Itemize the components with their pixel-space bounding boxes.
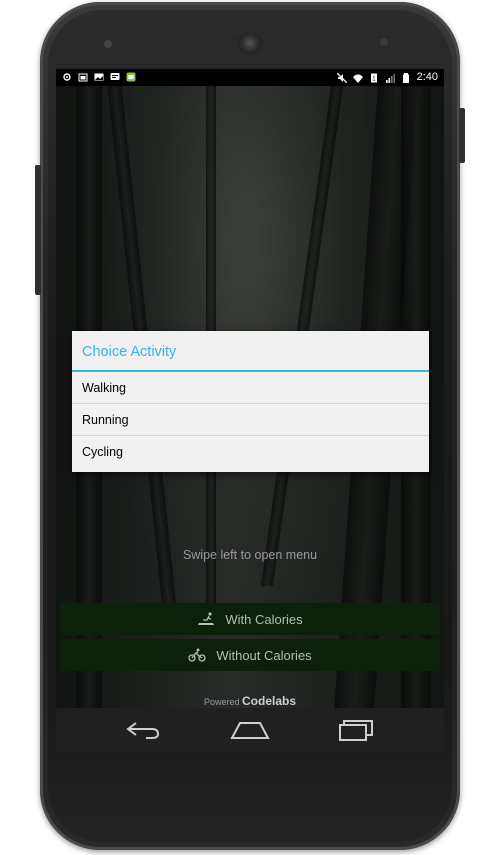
- powered-label: Powered: [203, 697, 240, 707]
- power-button: [459, 108, 465, 163]
- treadmill-icon: [198, 612, 215, 625]
- battery-saver-icon: [78, 73, 88, 82]
- cyclist-icon: [188, 648, 206, 662]
- volume-button: [35, 165, 41, 295]
- with-calories-button[interactable]: With Calories: [60, 603, 440, 635]
- clock: 2:40: [416, 71, 438, 83]
- dialog-item-walking[interactable]: Walking: [72, 372, 429, 404]
- home-icon[interactable]: [230, 718, 270, 742]
- powered-by: Powered Codelabs: [56, 694, 444, 708]
- brand-name: Codelabs: [242, 694, 297, 708]
- screen: 1 2:40 Swipe left to open menu With Calo…: [56, 69, 444, 751]
- status-bar: 1 2:40: [56, 69, 444, 86]
- gps-icon: [63, 73, 71, 81]
- dialog-item-running[interactable]: Running: [72, 404, 429, 436]
- chat-icon: [110, 73, 120, 80]
- signal-icon: [385, 73, 395, 83]
- with-calories-label: With Calories: [225, 611, 303, 627]
- battery-icon: [402, 72, 409, 83]
- back-icon[interactable]: [124, 718, 164, 742]
- dialog-item-cycling[interactable]: Cycling: [72, 436, 429, 468]
- sensor: [380, 38, 388, 46]
- dialog-title: Choice Activity: [72, 331, 429, 372]
- sim-icon: 1: [370, 73, 377, 82]
- without-calories-button[interactable]: Without Calories: [60, 639, 440, 671]
- swipe-hint: Swipe left to open menu: [182, 548, 318, 562]
- navigation-bar: [56, 708, 444, 751]
- choice-activity-dialog: Choice Activity Walking Running Cycling: [72, 331, 429, 472]
- front-camera: [104, 40, 112, 48]
- without-calories-label: Without Calories: [216, 647, 312, 663]
- recent-apps-icon[interactable]: [336, 718, 376, 742]
- app-notification-icon: [126, 72, 136, 82]
- image-icon: [94, 73, 104, 81]
- mute-icon: [336, 72, 347, 83]
- wifi-icon: [352, 74, 363, 83]
- earpiece: [238, 32, 262, 54]
